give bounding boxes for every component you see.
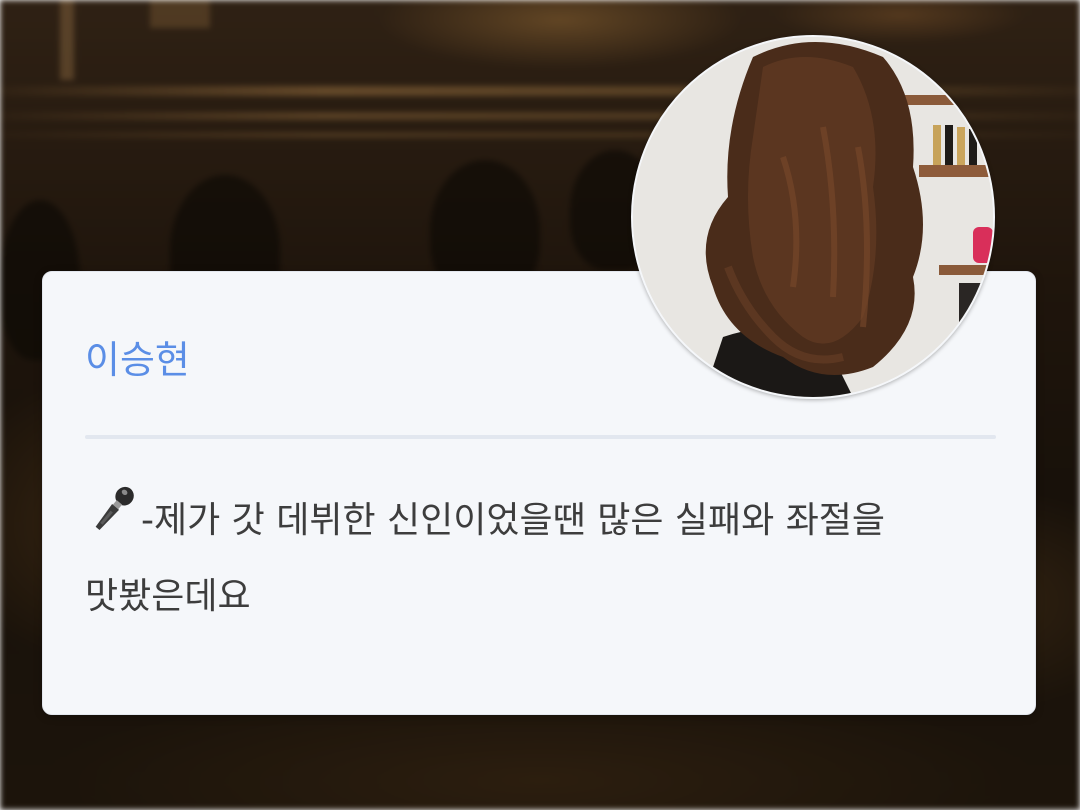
microphone-icon (95, 486, 134, 530)
long-hair-photo (633, 37, 993, 397)
message-text: -제가 갓 데뷔한 신인이었을땐 많은 실패와 좌절을 맛봤은데요 (85, 500, 886, 617)
avatar[interactable] (631, 35, 995, 399)
speaker-name: 이승현 (85, 338, 190, 382)
divider (85, 435, 996, 439)
message-text-block: -제가 갓 데뷔한 신인이었을땐 많은 실패와 좌절을 맛봤은데요 (85, 482, 985, 635)
